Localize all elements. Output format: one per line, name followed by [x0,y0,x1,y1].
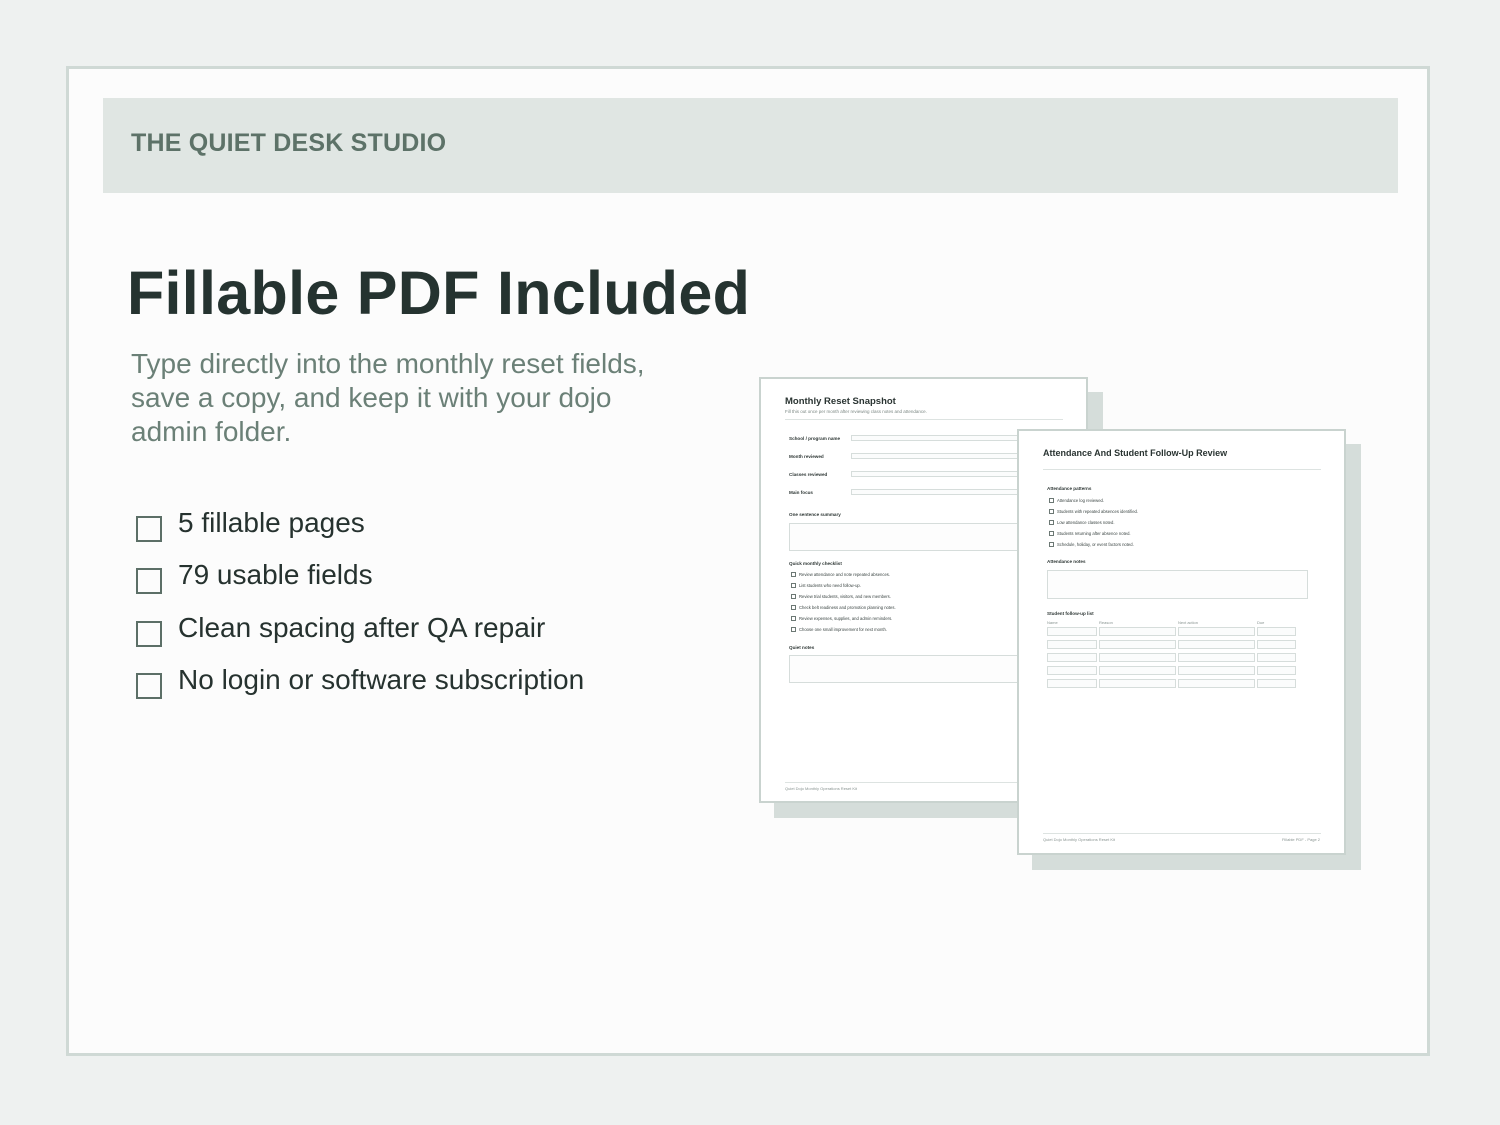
column-header: Next action [1178,620,1199,625]
table-cell-field[interactable] [1257,666,1296,675]
column-header: Reason [1099,620,1113,625]
feature-label: 5 fillable pages [178,507,365,538]
checklist-item: Low attendance classes noted. [1057,520,1115,525]
section-label: Quick monthly checklist [789,561,842,566]
table-cell-field[interactable] [1257,679,1296,688]
checkbox-icon[interactable] [791,627,796,632]
table-cell-field[interactable] [1047,627,1097,636]
checkbox-icon[interactable] [791,572,796,577]
page-1-title: Monthly Reset Snapshot [785,396,896,407]
feature-item: No login or software subscription [136,660,736,700]
checkbox-icon [136,516,162,542]
checklist-item: Choose one small improvement for next mo… [799,627,887,632]
table-cell-field[interactable] [1099,666,1176,675]
checkbox-icon [136,673,162,699]
checkbox-icon[interactable] [791,594,796,599]
checklist-item: Review expenses, supplies, and admin rem… [799,616,893,621]
checkbox-icon[interactable] [791,605,796,610]
table-cell-field[interactable] [1178,640,1255,649]
page-footer: Quiet Dojo Monthly Operations Reset Kit [785,786,858,791]
checklist-item: Check belt readiness and promotion plann… [799,605,896,610]
checkbox-icon [136,568,162,594]
section-label: One sentence summary [789,512,841,517]
feature-item: Clean spacing after QA repair [136,608,736,648]
table-cell-field[interactable] [1178,679,1255,688]
field-label: School / program name [789,436,841,441]
checkbox-icon[interactable] [791,616,796,621]
checkbox-icon[interactable] [1049,509,1054,514]
brand-name: THE QUIET DESK STUDIO [131,129,447,157]
field-label: Classes reviewed [789,472,828,477]
table-cell-field[interactable] [1257,653,1296,662]
divider [1043,833,1321,834]
checkbox-icon[interactable] [1049,542,1054,547]
field-label: Month reviewed [789,454,824,459]
feature-label: Clean spacing after QA repair [178,612,546,643]
table-cell-field[interactable] [1047,653,1097,662]
feature-item: 5 fillable pages [136,503,736,543]
column-header: Due [1257,620,1265,625]
checkbox-icon [136,621,162,647]
feature-item: 79 usable fields [136,555,736,595]
table-cell-field[interactable] [1257,627,1296,636]
table-cell-field[interactable] [1099,679,1176,688]
notes-field[interactable] [789,655,1049,683]
subtitle: Type directly into the monthly reset fie… [131,348,645,447]
page-footer: Quiet Dojo Monthly Operations Reset Kit [1043,837,1116,842]
feature-label: 79 usable fields [178,559,373,590]
table-cell-field[interactable] [1047,640,1097,649]
checkbox-icon[interactable] [1049,520,1054,525]
table-cell-field[interactable] [1047,679,1097,688]
checkbox-icon[interactable] [1049,531,1054,536]
section-label: Attendance patterns [1047,486,1092,491]
checklist-item: Schedule, holiday, or event factors note… [1057,542,1134,547]
page-title: Fillable PDF Included [127,259,751,327]
summary-field[interactable] [789,523,1049,551]
checklist-item: Students with repeated absences identifi… [1057,509,1139,514]
checkbox-icon[interactable] [791,583,796,588]
table-cell-field[interactable] [1099,627,1176,636]
pdf-page-2-preview: Attendance And Student Follow-Up Review … [1017,429,1346,855]
table-cell-field[interactable] [1178,666,1255,675]
page-number: Fillable PDF - Page 2 [1281,837,1320,842]
checklist-item: List students who need follow-up. [799,583,861,588]
notes-field[interactable] [1047,570,1308,599]
table-cell-field[interactable] [1178,653,1255,662]
table-cell-field[interactable] [1257,640,1296,649]
section-label: Attendance notes [1047,559,1086,564]
page-2-title: Attendance And Student Follow-Up Review [1043,448,1228,458]
table-cell-field[interactable] [1178,627,1255,636]
page-1-subtitle: Fill this out once per month after revie… [785,409,927,414]
checklist-item: Students returning after absence noted. [1057,531,1131,536]
table-cell-field[interactable] [1047,666,1097,675]
section-label: Quiet notes [789,645,815,650]
checklist-item: Review trial students, visitors, and new… [799,594,891,599]
table-cell-field[interactable] [1099,640,1176,649]
checkbox-icon[interactable] [1049,498,1054,503]
checklist-item: Attendance log reviewed. [1057,498,1105,503]
table-cell-field[interactable] [1099,653,1176,662]
checklist-item: Review attendance and note repeated abse… [799,572,891,577]
section-label: Student follow-up list [1047,611,1094,616]
field-label: Main focus [789,490,813,495]
feature-label: No login or software subscription [178,664,585,695]
column-header: Name [1047,620,1058,625]
divider [785,419,1063,420]
divider [1043,469,1321,470]
